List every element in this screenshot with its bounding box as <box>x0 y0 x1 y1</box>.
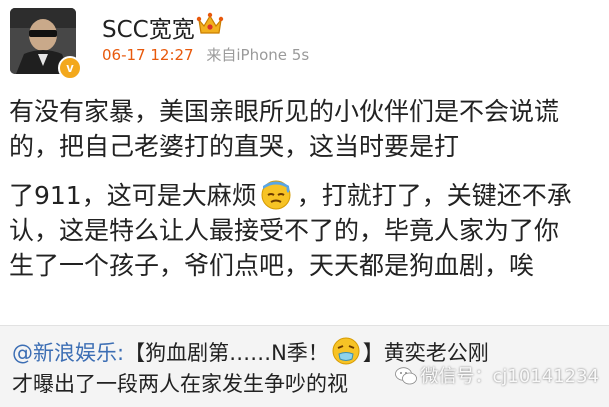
post-meta: 06-17 12:27 来自iPhone 5s <box>102 44 309 65</box>
username[interactable]: SCC宽宽 <box>102 10 195 44</box>
post-text-line: 有没有家暴，美国亲眼所见的小伙伴们是不会说谎 <box>9 97 560 126</box>
watermark-text: 微信号：cj10141234 <box>420 366 599 387</box>
crown-icon <box>196 12 224 34</box>
post-text: 有没有家暴，美国亲眼所见的小伙伴们是不会说谎 的，把自己老婆打的直哭，这当时要是… <box>9 94 601 283</box>
post-text-line: 生了一个孩子，爷们点吧，天天都是狗血剧，唉 <box>9 251 535 280</box>
post-text-line: 了911，这可是大麻烦 ，打就打了，关键还不承 <box>9 178 601 213</box>
timestamp: 06-17 12:27 <box>102 46 194 64</box>
post-text-line: 的，把自己老婆打的直哭，这当时要是打 <box>9 132 460 161</box>
sick-emoji-icon <box>332 337 360 365</box>
post-text-segment: 了911，这可是大麻烦 <box>9 181 257 210</box>
weibo-post: v SCC宽宽 06-17 12:27 来自iPhone 5s 有没有家暴，美国… <box>0 0 609 407</box>
sweat-emoji-icon <box>261 180 291 210</box>
post-source[interactable]: 来自iPhone 5s <box>206 46 309 64</box>
post-text-line: 认，这是特么让人最接受不了的，毕竟人家为了你 <box>9 216 560 245</box>
watermark: 微信号：cj10141234 <box>395 362 599 388</box>
verified-v-icon: v <box>58 56 82 80</box>
post-text-segment: ，打就打了，关键还不承 <box>296 181 572 210</box>
mention-link[interactable]: @新浪娱乐: <box>12 341 124 365</box>
repost-text-segment: 【狗血剧第……N季！ <box>124 341 329 365</box>
wechat-icon <box>395 367 418 385</box>
